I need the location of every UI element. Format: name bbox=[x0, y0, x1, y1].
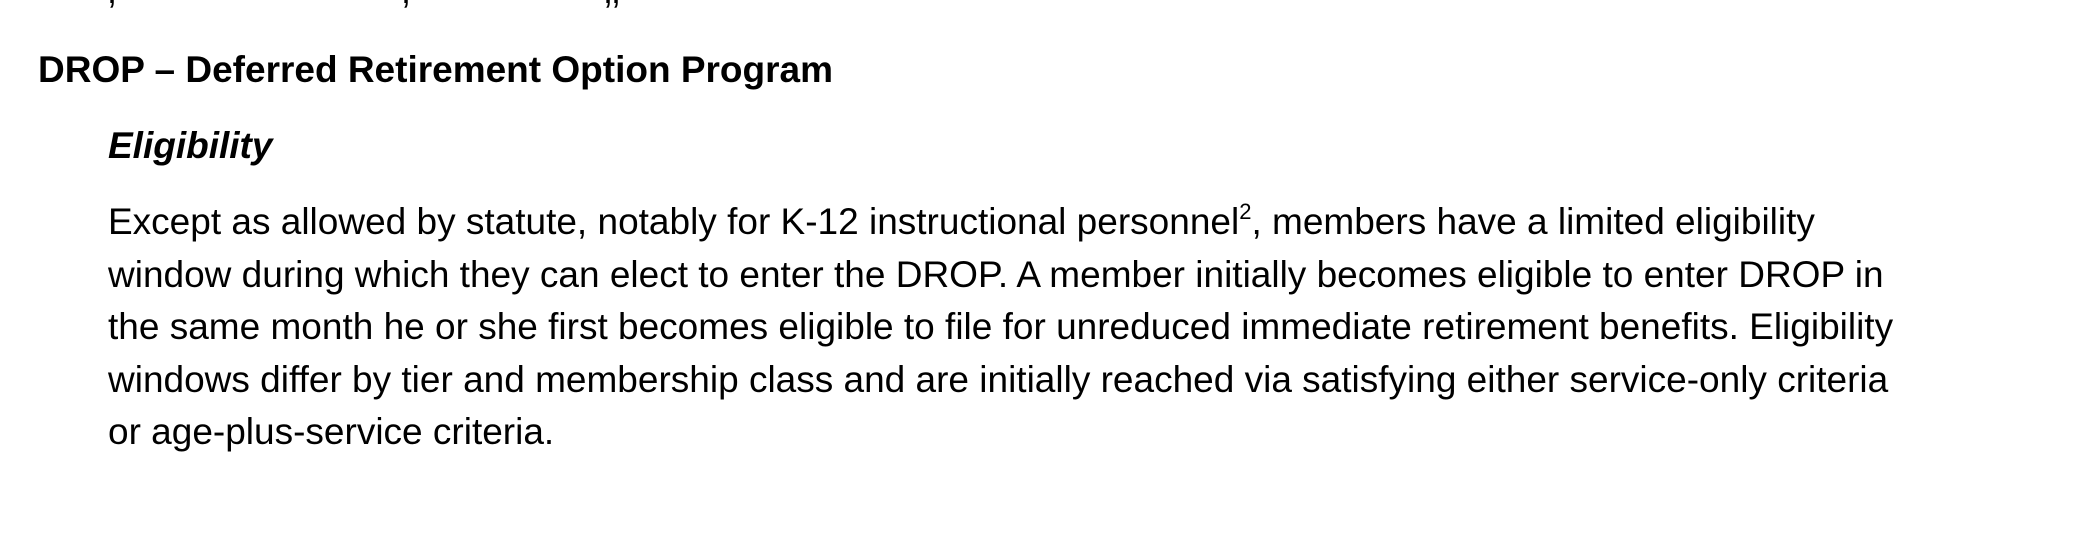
cropped-previous-text-line: ‚ ‚ ‚‚ bbox=[108, 0, 748, 8]
eligibility-paragraph: Except as allowed by statute, notably fo… bbox=[108, 196, 2048, 459]
paragraph-text: Except as allowed by statute, notably fo… bbox=[108, 201, 1240, 242]
footnote-reference[interactable]: 2 bbox=[1239, 199, 1251, 224]
paragraph-line-3: the same month he or she first becomes e… bbox=[108, 306, 1894, 347]
paragraph-text: , members have a limited eligibility bbox=[1251, 201, 1815, 242]
section-heading: DROP – Deferred Retirement Option Progra… bbox=[38, 49, 833, 90]
paragraph-line-5: or age-plus-service criteria. bbox=[108, 411, 555, 452]
paragraph-line-2: window during which they can elect to en… bbox=[108, 253, 1884, 295]
subsection-heading: Eligibility bbox=[108, 125, 273, 166]
paragraph-line-4: windows differ by tier and membership cl… bbox=[108, 358, 1889, 400]
paragraph-line-1: Except as allowed by statute, notably fo… bbox=[108, 196, 2048, 249]
